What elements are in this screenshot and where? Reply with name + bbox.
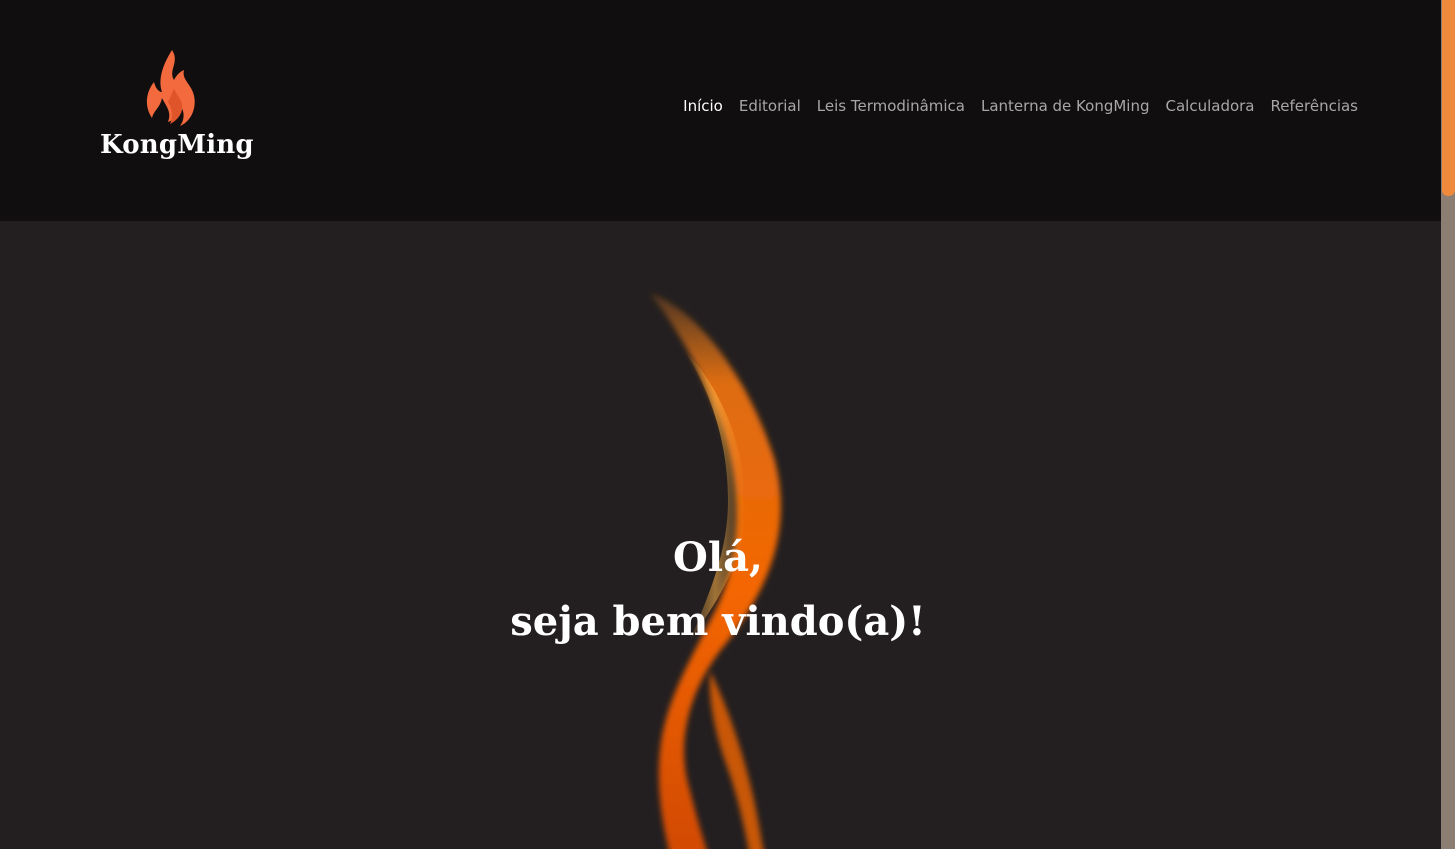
page: KongMing Início Editorial Leis Termodinâ… xyxy=(0,0,1455,849)
site-logo[interactable]: KongMing xyxy=(98,48,254,173)
nav-item-lanterna-de-kongming[interactable]: Lanterna de KongMing xyxy=(981,97,1150,115)
flame-logo-icon xyxy=(146,50,195,126)
welcome-line-1: Olá, xyxy=(673,534,763,581)
site-header: KongMing Início Editorial Leis Termodinâ… xyxy=(0,0,1441,221)
nav-item-editorial[interactable]: Editorial xyxy=(739,97,801,115)
hero-section: Olá, seja bem vindo(a)! xyxy=(0,221,1441,849)
nav-item-referencias[interactable]: Referências xyxy=(1271,97,1358,115)
welcome-line-2: seja bem vindo(a)! xyxy=(510,598,926,645)
nav-item-leis-termodinamica[interactable]: Leis Termodinâmica xyxy=(817,97,965,115)
nav-item-calculadora[interactable]: Calculadora xyxy=(1166,97,1255,115)
nav-item-inicio[interactable]: Início xyxy=(683,97,723,115)
vertical-scrollbar[interactable] xyxy=(1441,0,1455,849)
main-nav: Início Editorial Leis Termodinâmica Lant… xyxy=(683,97,1358,115)
brand-name: KongMing xyxy=(100,130,254,160)
scrollbar-thumb[interactable] xyxy=(1442,0,1455,196)
welcome-heading: Olá, seja bem vindo(a)! xyxy=(0,526,1436,654)
